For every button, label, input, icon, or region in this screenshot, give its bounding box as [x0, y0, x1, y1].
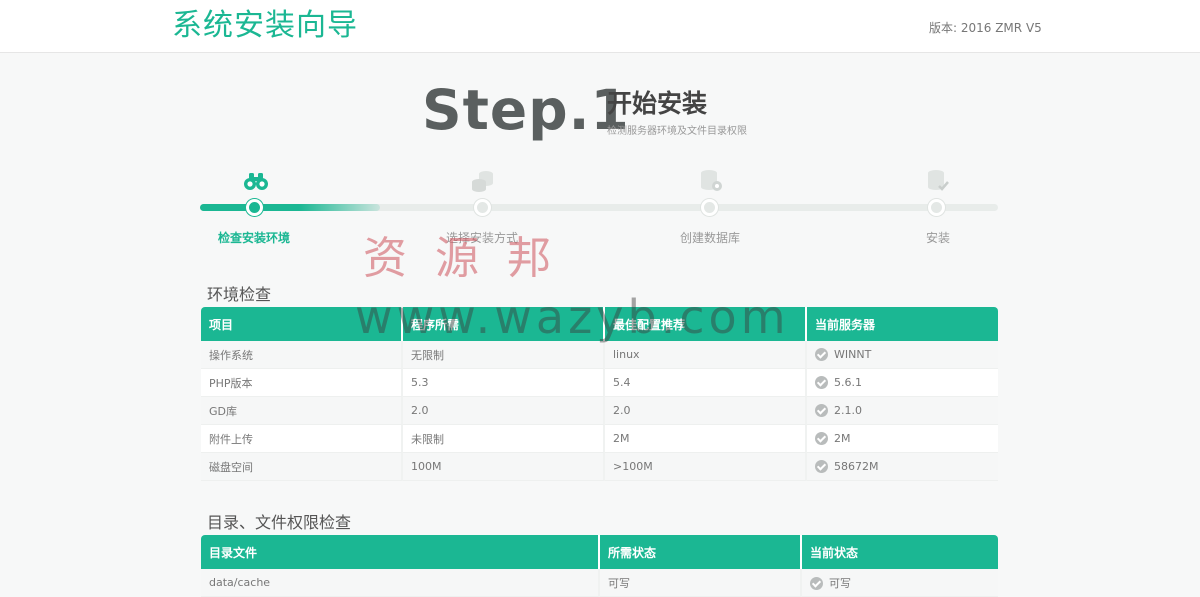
table-row: 附件上传 未限制 2M 2M — [201, 425, 998, 453]
cell: 5.3 — [403, 369, 605, 397]
cell: GD库 — [201, 397, 403, 425]
site-title: 系统安装向导 — [172, 8, 358, 43]
cell-value: 2.1.0 — [834, 403, 862, 417]
cell: data/cache — [201, 569, 600, 597]
cell: 5.6.1 — [807, 369, 998, 397]
step-dot-3 — [701, 199, 718, 216]
cell: 2.0 — [403, 397, 605, 425]
step-label-3: 创建数据库 — [679, 231, 740, 245]
step-number: Step.1 — [422, 78, 630, 142]
step-dot-4 — [928, 199, 945, 216]
watermark-text: 资源邦 — [363, 233, 579, 284]
perm-col-current: 当前状态 — [802, 535, 998, 569]
cell: WINNT — [807, 341, 998, 369]
cell: 可写 — [600, 569, 802, 597]
cell-value: 可写 — [829, 576, 851, 590]
progress-track — [200, 204, 998, 211]
cell: 2.1.0 — [807, 397, 998, 425]
cell: 可写 — [802, 569, 998, 597]
version-label: 版本: 2016 ZMR V5 — [929, 21, 1042, 35]
coins-stack-icon — [472, 171, 493, 192]
cell-value: 2M — [834, 431, 851, 445]
cell: 磁盘空间 — [201, 453, 403, 481]
cell: 2M — [807, 425, 998, 453]
table-row: PHP版本 5.3 5.4 5.6.1 — [201, 369, 998, 397]
cell: PHP版本 — [201, 369, 403, 397]
watermark-url: www.wazyb.com — [355, 290, 790, 344]
check-icon — [815, 376, 828, 390]
perm-table-header: 目录文件 所需状态 当前状态 — [201, 535, 998, 569]
perm-col-required: 所需状态 — [600, 535, 802, 569]
check-icon — [815, 460, 828, 474]
env-col-current: 当前服务器 — [807, 307, 998, 341]
cell: 无限制 — [403, 341, 605, 369]
table-row: data/cache 可写 可写 — [201, 569, 998, 597]
step-dot-1 — [246, 199, 263, 216]
cell: 100M — [403, 453, 605, 481]
table-row: GD库 2.0 2.0 2.1.0 — [201, 397, 998, 425]
header-bar: 系统安装向导 版本: 2016 ZMR V5 — [0, 0, 1200, 53]
table-row: 操作系统 无限制 linux WINNT — [201, 341, 998, 369]
check-icon — [810, 577, 823, 590]
cell: 2.0 — [605, 397, 807, 425]
perm-table: 目录文件 所需状态 当前状态 data/cache 可写 可写 — [201, 535, 998, 597]
check-icon — [815, 348, 828, 362]
cell-value: WINNT — [834, 347, 872, 361]
cell: 操作系统 — [201, 341, 403, 369]
check-icon — [815, 404, 828, 418]
binoculars-icon — [244, 173, 268, 190]
check-icon — [815, 432, 828, 446]
step-label-4: 安装 — [925, 231, 950, 245]
cell-value: 5.6.1 — [834, 375, 862, 389]
progress-fill — [200, 204, 380, 211]
cell: linux — [605, 341, 807, 369]
cell: 未限制 — [403, 425, 605, 453]
cell: 2M — [605, 425, 807, 453]
perm-col-path: 目录文件 — [201, 535, 600, 569]
cell: 5.4 — [605, 369, 807, 397]
cell: >100M — [605, 453, 807, 481]
cell: 附件上传 — [201, 425, 403, 453]
env-section-title: 环境检查 — [207, 285, 272, 304]
step-dot-2 — [474, 199, 491, 216]
step-title: 开始安装 — [607, 89, 708, 118]
database-check-icon — [928, 170, 949, 191]
perm-section-title: 目录、文件权限检查 — [207, 513, 352, 532]
table-row: 磁盘空间 100M >100M 58672M — [201, 453, 998, 481]
database-settings-icon — [701, 170, 722, 191]
step-subtitle: 检测服务器环境及文件目录权限 — [607, 126, 747, 137]
cell-value: 58672M — [834, 459, 879, 473]
step-label-1: 检查安装环境 — [217, 231, 290, 245]
cell: 58672M — [807, 453, 998, 481]
